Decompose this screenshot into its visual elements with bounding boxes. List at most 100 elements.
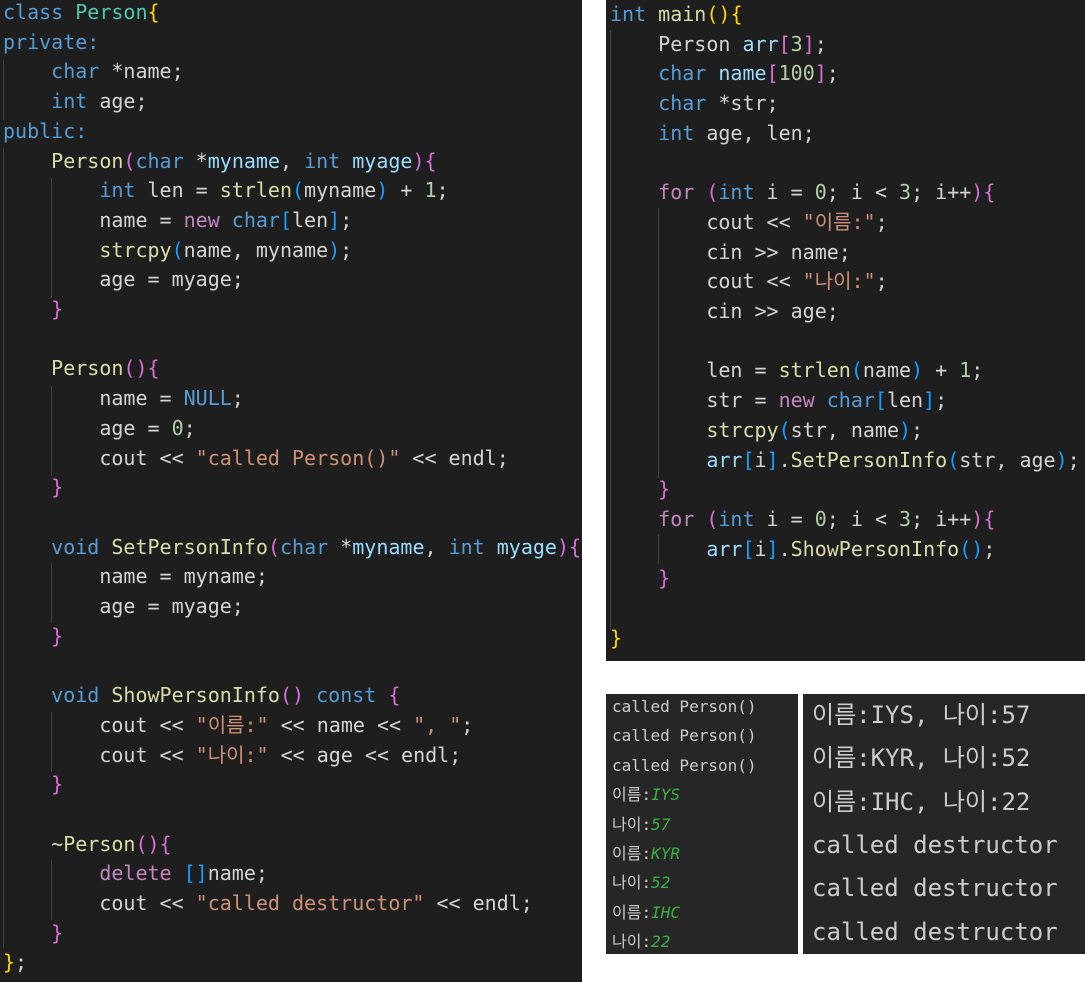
token: arr bbox=[706, 536, 743, 561]
token: } bbox=[51, 297, 64, 321]
token: len bbox=[886, 388, 924, 413]
code-line: cout << "called destructor" << endl; bbox=[3, 889, 532, 919]
code-line: private: bbox=[3, 28, 99, 58]
token: "나이:" bbox=[802, 269, 876, 294]
console-line: called destructor bbox=[812, 911, 1058, 954]
code-line: cout << "called Person()" << endl; bbox=[3, 444, 509, 474]
token: 3 bbox=[899, 180, 912, 205]
token: Person bbox=[51, 148, 124, 173]
code-line: Person arr[3]; bbox=[610, 30, 827, 60]
token: 0 bbox=[171, 415, 184, 440]
token: << endl; bbox=[400, 445, 509, 470]
token: 나이: bbox=[612, 814, 652, 834]
code-line: cout << "나이:"; bbox=[610, 267, 888, 297]
token: } bbox=[51, 920, 64, 945]
token: { bbox=[983, 506, 996, 531]
token: IYS bbox=[651, 785, 680, 805]
token: 이름: bbox=[612, 902, 652, 922]
token: cout << bbox=[3, 742, 196, 767]
token: called Person() bbox=[612, 697, 757, 716]
token: NULL bbox=[183, 386, 232, 411]
token: SetPersonInfo bbox=[111, 534, 268, 559]
code-line: void SetPersonInfo(char *myname, int mya… bbox=[3, 533, 581, 563]
console-line: 이름:IYS, 나이:57 bbox=[812, 694, 1030, 737]
token: cout << bbox=[3, 712, 196, 737]
token: for bbox=[658, 506, 695, 531]
class-person-editor[interactable]: class Person{private: char *name; int ag… bbox=[0, 0, 582, 982]
token: strcpy bbox=[706, 417, 779, 442]
token: ] bbox=[766, 536, 779, 561]
token: ; bbox=[231, 386, 244, 411]
code-line: arr[i].SetPersonInfo(str, age); bbox=[610, 446, 1080, 476]
token: ( bbox=[706, 180, 719, 205]
token: 이름:IHC, 나이:22 bbox=[812, 787, 1031, 816]
token: *name; bbox=[99, 59, 184, 84]
token: 1 bbox=[424, 178, 437, 203]
code-line: } bbox=[3, 622, 63, 652]
code-line: for (int i = 0; i < 3; i++){ bbox=[610, 505, 995, 535]
token: called destructor bbox=[812, 917, 1058, 946]
token: strlen bbox=[778, 358, 851, 383]
token: 57 bbox=[651, 814, 671, 834]
console-line: called destructor bbox=[812, 824, 1058, 867]
token: ( bbox=[123, 148, 136, 173]
code-line: } bbox=[3, 473, 63, 503]
token: ( bbox=[947, 447, 960, 472]
code-line: int age; bbox=[3, 87, 147, 117]
token: << age << endl; bbox=[268, 742, 462, 767]
token: ; bbox=[461, 712, 474, 737]
token: ) bbox=[376, 178, 389, 203]
token: int bbox=[658, 120, 695, 145]
token: int bbox=[718, 180, 755, 205]
token: class bbox=[3, 0, 76, 24]
token: char bbox=[826, 388, 875, 413]
token: Person bbox=[658, 31, 731, 56]
token: ; bbox=[875, 269, 888, 294]
code-line: } bbox=[3, 295, 63, 325]
token: ; bbox=[935, 388, 948, 413]
token: () bbox=[959, 536, 984, 561]
token: } bbox=[610, 625, 623, 650]
code-line: Person(){ bbox=[3, 354, 159, 384]
console-line: 나이:52 bbox=[612, 868, 670, 897]
token: 이름: bbox=[612, 785, 652, 805]
token: { bbox=[983, 180, 996, 205]
main-function-editor[interactable]: int main(){ Person arr[3]; char name[100… bbox=[606, 0, 1085, 661]
token: int bbox=[610, 2, 647, 26]
token: ; bbox=[436, 178, 449, 203]
token: called Person() bbox=[612, 755, 757, 775]
code-line: int len = strlen(myname) + 1; bbox=[3, 176, 449, 206]
token: ( bbox=[778, 417, 791, 442]
token: Person bbox=[75, 0, 148, 24]
token: name bbox=[862, 358, 912, 383]
token: [ bbox=[766, 61, 779, 86]
code-line: cout << "이름:" << name << ", "; bbox=[3, 711, 473, 741]
token: const bbox=[316, 683, 377, 708]
console-line: 나이:57 bbox=[612, 810, 670, 839]
token: ) bbox=[971, 506, 984, 531]
token: 이름:KYR, 나이:52 bbox=[812, 744, 1031, 773]
token: ShowPersonInfo bbox=[111, 683, 280, 708]
token: int bbox=[718, 506, 755, 531]
token: ) bbox=[911, 358, 924, 383]
code-line: strcpy(name, myname); bbox=[3, 236, 352, 266]
token: ; bbox=[1067, 447, 1080, 472]
code-line: Person(char *myname, int myage){ bbox=[3, 147, 436, 177]
token: myname bbox=[352, 534, 425, 559]
token: . bbox=[778, 536, 791, 561]
token: 이름: bbox=[612, 844, 652, 863]
console-line: called destructor bbox=[812, 867, 1058, 910]
token: KYR bbox=[651, 844, 680, 863]
